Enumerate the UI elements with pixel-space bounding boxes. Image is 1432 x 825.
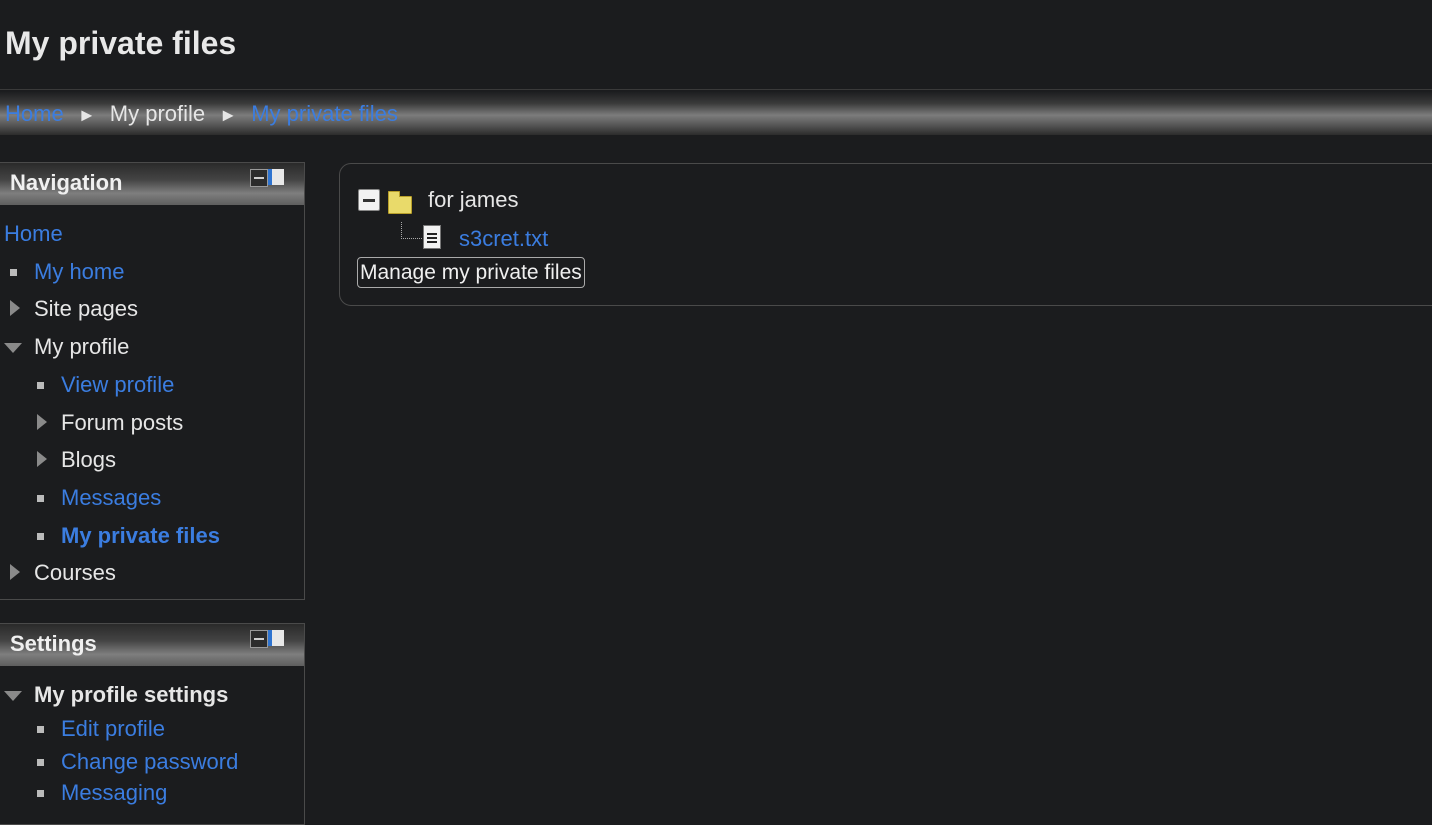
breadcrumb-separator: ► <box>219 105 238 125</box>
settings-item-my-profile-settings[interactable]: My profile settings <box>4 682 228 708</box>
dock-block-icon[interactable] <box>268 169 284 185</box>
manage-private-files-button[interactable]: Manage my private files <box>357 257 585 288</box>
nav-item-forum-posts-label: Forum posts <box>61 410 184 435</box>
settings-block-title: Settings <box>10 631 97 656</box>
bullet-icon <box>37 533 44 540</box>
bullet-icon <box>10 269 17 276</box>
folder-icon <box>388 191 412 214</box>
breadcrumb-separator: ► <box>77 105 96 125</box>
nav-item-my-private-files[interactable]: My private files <box>37 523 220 549</box>
tree-connector <box>401 222 422 239</box>
settings-item-edit-profile[interactable]: Edit profile <box>37 716 165 742</box>
nav-item-site-pages-label: Site pages <box>34 296 138 321</box>
file-link[interactable]: s3cret.txt <box>459 226 548 252</box>
hide-block-icon[interactable] <box>250 169 268 187</box>
settings-item-messaging-link[interactable]: Messaging <box>61 780 167 805</box>
bullet-icon <box>37 759 44 766</box>
block-controls <box>250 169 286 187</box>
private-files-panel: for james s3cret.txt Manage my private f… <box>339 163 1432 306</box>
expand-arrow-icon[interactable] <box>10 300 20 316</box>
page-title: My private files <box>5 25 237 61</box>
bullet-icon <box>37 726 44 733</box>
nav-item-home-link[interactable]: Home <box>4 221 63 246</box>
text-file-icon <box>423 225 441 249</box>
breadcrumb-my-private-files-link[interactable]: My private files <box>251 101 398 126</box>
navigation-block-header: Navigation <box>0 163 304 205</box>
nav-item-messages[interactable]: Messages <box>37 485 161 511</box>
settings-item-change-password[interactable]: Change password <box>37 749 238 775</box>
block-controls <box>250 630 286 648</box>
folder-label: for james <box>428 187 519 212</box>
settings-item-change-password-link[interactable]: Change password <box>61 749 238 774</box>
expand-arrow-icon[interactable] <box>10 564 20 580</box>
nav-item-view-profile-link[interactable]: View profile <box>61 372 174 397</box>
expand-arrow-icon[interactable] <box>37 451 47 467</box>
nav-item-forum-posts[interactable]: Forum posts <box>37 410 183 436</box>
nav-item-home[interactable]: Home <box>4 221 63 247</box>
bullet-icon <box>37 382 44 389</box>
collapse-icon[interactable] <box>358 189 380 211</box>
nav-item-my-private-files-link[interactable]: My private files <box>61 523 220 548</box>
dock-block-icon[interactable] <box>268 630 284 646</box>
nav-item-site-pages[interactable]: Site pages <box>10 296 138 322</box>
nav-item-my-profile[interactable]: My profile <box>4 334 129 360</box>
hide-block-icon[interactable] <box>250 630 268 648</box>
nav-item-my-profile-label: My profile <box>34 334 130 359</box>
settings-item-edit-profile-link[interactable]: Edit profile <box>61 716 165 741</box>
nav-item-my-home[interactable]: My home <box>10 259 124 285</box>
nav-item-blogs-label: Blogs <box>61 447 117 472</box>
bullet-icon <box>37 790 44 797</box>
bullet-icon <box>37 495 44 502</box>
navbar: Home ► My profile ► My private files <box>0 91 1432 135</box>
collapse-arrow-icon[interactable] <box>4 343 22 353</box>
breadcrumb: Home ► My profile ► My private files <box>5 101 398 127</box>
settings-block-header: Settings <box>0 624 304 666</box>
nav-item-messages-link[interactable]: Messages <box>61 485 161 510</box>
nav-item-courses-label: Courses <box>34 560 116 585</box>
page-header: My private files <box>0 0 1432 90</box>
settings-block: Settings My profile settings Edit profil… <box>0 623 305 825</box>
collapse-arrow-icon[interactable] <box>4 691 22 701</box>
navigation-block-title: Navigation <box>10 170 123 195</box>
nav-item-my-home-link[interactable]: My home <box>34 259 124 284</box>
settings-item-messaging[interactable]: Messaging <box>37 780 167 806</box>
navigation-block: Navigation Home My home Site pages My pr… <box>0 162 305 600</box>
nav-item-view-profile[interactable]: View profile <box>37 372 174 398</box>
breadcrumb-my-profile: My profile <box>109 101 206 126</box>
settings-item-my-profile-settings-label: My profile settings <box>34 682 229 707</box>
expand-arrow-icon[interactable] <box>37 414 47 430</box>
nav-item-courses[interactable]: Courses <box>10 560 116 586</box>
breadcrumb-home-link[interactable]: Home <box>5 101 64 126</box>
nav-item-blogs[interactable]: Blogs <box>37 447 116 473</box>
